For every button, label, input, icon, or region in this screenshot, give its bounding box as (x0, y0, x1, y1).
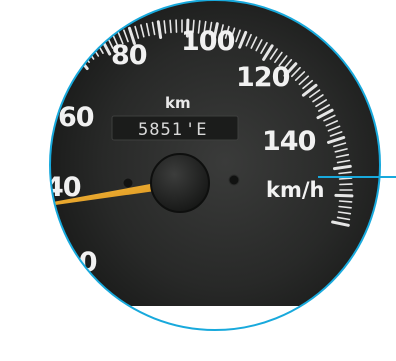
dial-tick (15, 161, 27, 163)
dial-tick (54, 74, 70, 89)
odometer-unit-label: km (165, 94, 191, 112)
dial-tick (50, 84, 59, 94)
dial-tick (22, 132, 33, 136)
right-screw (228, 174, 240, 186)
dial-tick (32, 262, 46, 270)
dial-tick (20, 238, 35, 243)
needle-hub (150, 153, 210, 213)
dial-tick (24, 126, 39, 132)
dial-tick (58, 71, 70, 81)
speedometer-photo: 0 20 40 60 80 100 120 140 km km/h 5851 '… (0, 0, 396, 361)
dial-tick (20, 138, 31, 142)
dial-tick (12, 184, 28, 185)
dial-tick (16, 223, 28, 225)
dial-tick (71, 58, 82, 70)
dial-tick (13, 172, 25, 173)
dial-tick (16, 155, 32, 158)
speedometer-illustration: 0 20 40 60 80 100 120 140 km km/h 5851 '… (12, 0, 396, 331)
dial-tick (24, 249, 35, 254)
speed-unit-label: km/h (266, 178, 324, 202)
dial-tick (50, 94, 52, 103)
dial-tick (63, 66, 73, 78)
dial-tick (22, 244, 33, 248)
odometer-digits: 5851 (138, 120, 183, 140)
dial-tick (15, 217, 27, 219)
odometer-suffix: 'E (185, 120, 207, 140)
dial-tick (12, 201, 24, 202)
dial-tick (27, 254, 38, 259)
dial-label-80: 80 (111, 40, 147, 71)
dial-tick (19, 234, 31, 237)
dial-tick (17, 228, 29, 231)
dial-tick (50, 79, 62, 90)
dial-tick (29, 116, 40, 121)
dial-tick (14, 211, 30, 213)
dial-tick (35, 105, 45, 111)
dial-tick (169, 19, 172, 34)
dial-label-60: 60 (58, 102, 94, 133)
dial-tick (334, 193, 354, 198)
dial-tick (67, 62, 78, 74)
dial-tick (338, 200, 353, 203)
dial-tick (29, 259, 40, 264)
dial-tick (50, 89, 56, 98)
dial-tick (50, 98, 53, 110)
dial-tick (13, 207, 25, 208)
dial-label-120: 120 (236, 62, 290, 93)
dial-tick (14, 166, 26, 168)
dial-tick (32, 110, 43, 116)
left-screw (122, 177, 134, 189)
dial-tick (12, 178, 24, 179)
dial-tick (17, 149, 29, 152)
dial-label-140: 140 (262, 126, 316, 157)
dial-label-100: 100 (181, 26, 235, 57)
dial-tick (27, 121, 38, 126)
dial-tick (338, 177, 353, 180)
dial-tick (19, 143, 31, 146)
